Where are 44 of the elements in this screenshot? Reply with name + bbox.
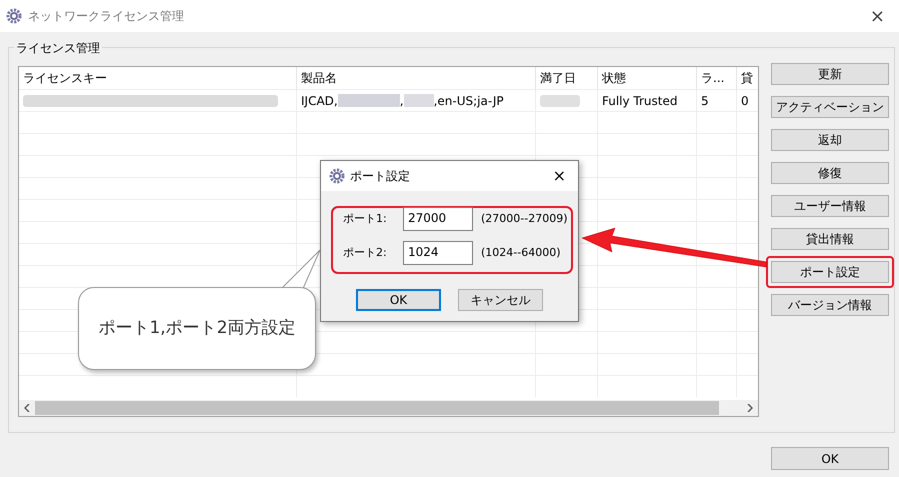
callout-text: ポート1,ポート2両方設定 [98, 316, 296, 340]
blurred-text [338, 94, 400, 107]
action-button[interactable]: 貸出情報 [771, 228, 889, 250]
blurred-text [404, 94, 434, 107]
action-button[interactable]: ポート設定 [771, 261, 889, 283]
table-cell-text: Fully Trusted [602, 92, 678, 110]
table-cell-text: 0 [741, 92, 749, 110]
column-header[interactable]: ライセンスキー [19, 67, 297, 89]
horizontal-scrollbar[interactable] [19, 400, 758, 416]
action-button[interactable]: 返却 [771, 129, 889, 151]
column-header[interactable]: ラ... [697, 67, 737, 89]
port-label: ポート1: [343, 210, 388, 227]
window-title: ネットワークライセンス管理 [28, 8, 184, 25]
column-header[interactable]: 状態 [598, 67, 697, 89]
action-button[interactable]: ユーザー情報 [771, 195, 889, 217]
column-header[interactable]: 貸 [737, 67, 758, 89]
gear-icon [329, 168, 345, 184]
ok-button[interactable]: OK [356, 289, 441, 311]
scroll-right-icon[interactable] [747, 404, 753, 412]
action-button[interactable]: バージョン情報 [771, 294, 889, 316]
port-range: (1024--64000) [481, 244, 561, 261]
column-header[interactable]: 満了日 [536, 67, 598, 89]
ok-button[interactable]: OK [771, 447, 889, 470]
blurred-text [540, 94, 580, 106]
port-label: ポート2: [343, 244, 388, 261]
close-button[interactable]: × [548, 164, 570, 188]
action-button[interactable]: アクティベーション [771, 96, 889, 118]
scrollbar-thumb[interactable] [35, 401, 719, 415]
port-field[interactable]: 27000 [403, 207, 473, 231]
group-title: ライセンス管理 [14, 39, 102, 57]
close-button[interactable]: × [862, 2, 893, 30]
table-cell-text: ,en-US;ja-JP [434, 92, 504, 110]
port-range: (27000--27009) [481, 210, 568, 227]
scroll-left-icon[interactable] [24, 404, 30, 412]
action-button[interactable]: 更新 [771, 63, 889, 85]
table-cell-text: IJCAD, [301, 92, 338, 110]
dialog-title: ポート設定 [350, 168, 410, 185]
column-header[interactable]: 製品名 [297, 67, 536, 89]
gear-icon [6, 8, 22, 24]
port-field[interactable]: 1024 [403, 241, 473, 265]
table-cell-text: , [400, 92, 404, 110]
cancel-button[interactable]: キャンセル [458, 289, 543, 311]
action-button[interactable]: 修復 [771, 162, 889, 184]
table-cell-text: 5 [701, 92, 709, 110]
